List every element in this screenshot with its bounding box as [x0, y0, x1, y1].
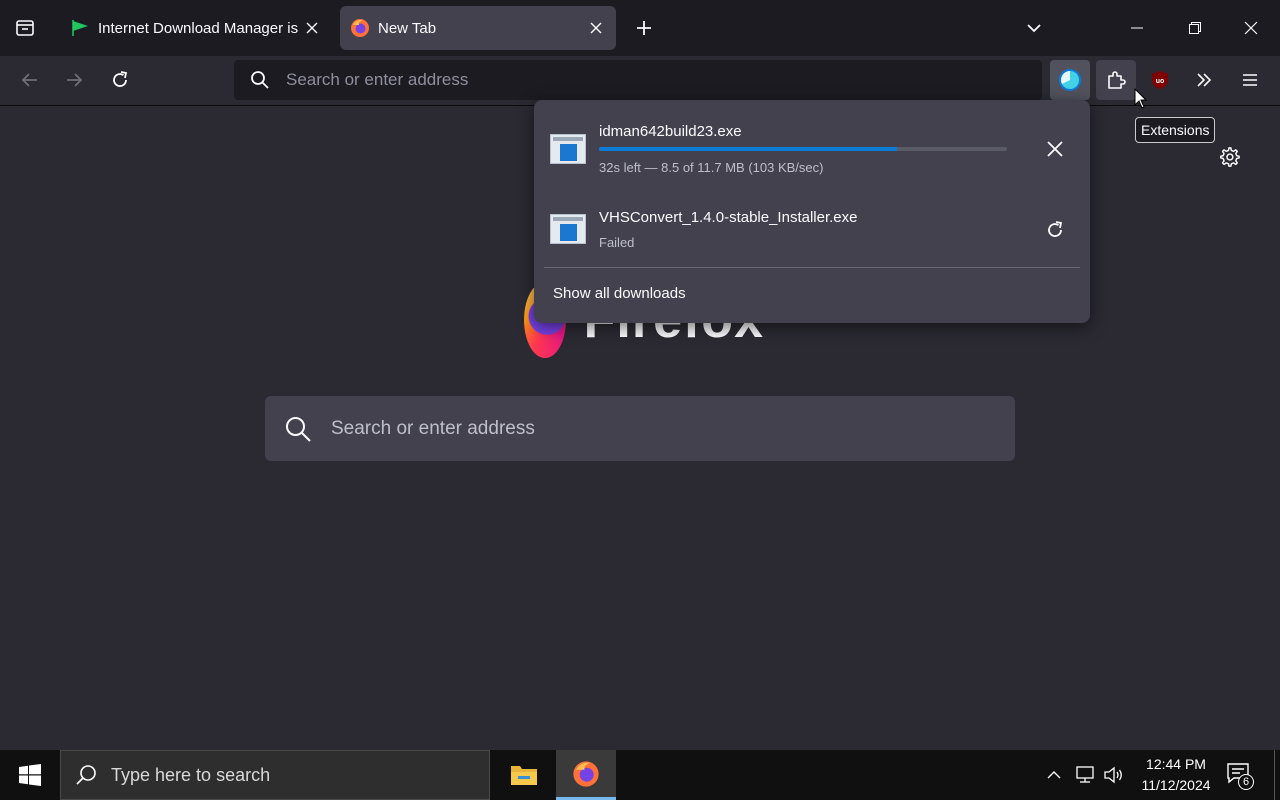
search-icon	[61, 764, 111, 786]
arrow-left-icon	[21, 73, 37, 87]
taskbar-clock[interactable]: 12:44 PM 11/12/2024	[1130, 754, 1222, 796]
reload-button[interactable]	[104, 64, 136, 96]
download-item[interactable]: VHSConvert_1.4.0-stable_Installer.exe Fa…	[534, 200, 1090, 270]
clock-date: 11/12/2024	[1141, 777, 1211, 793]
downloads-panel: idman642build23.exe 32s left — 8.5 of 11…	[534, 100, 1090, 323]
close-icon	[1244, 21, 1258, 35]
puzzle-icon	[1108, 71, 1126, 89]
download-progress-fill	[599, 147, 897, 151]
download-filename: VHSConvert_1.4.0-stable_Installer.exe	[599, 209, 858, 226]
hamburger-icon	[1243, 74, 1257, 86]
downloads-button[interactable]	[1050, 60, 1090, 100]
plus-icon	[637, 21, 651, 35]
tab-new-tab[interactable]: New Tab	[340, 6, 616, 50]
double-chevron-icon	[1197, 73, 1212, 87]
gear-icon	[1220, 147, 1240, 167]
download-filename: idman642build23.exe	[599, 123, 742, 140]
firefox-view-icon	[16, 20, 34, 36]
chevron-down-icon	[1027, 24, 1041, 33]
mouse-cursor-icon	[1134, 88, 1148, 109]
taskbar-file-explorer[interactable]	[494, 750, 554, 800]
restore-icon	[1189, 22, 1201, 34]
extensions-tooltip: Extensions	[1135, 117, 1216, 143]
taskbar-search-input[interactable]	[111, 764, 471, 786]
windows-taskbar: 12:44 PM 11/12/2024 6	[0, 750, 1280, 800]
downloads-progress-icon	[1059, 69, 1081, 91]
download-progress-bar	[599, 147, 1007, 151]
ublock-origin-icon: uo	[1152, 71, 1168, 89]
notification-count-badge: 6	[1238, 774, 1254, 790]
exe-file-icon	[550, 134, 586, 164]
tab-title: New Tab	[378, 19, 437, 37]
forward-button[interactable]	[58, 64, 90, 96]
exe-file-icon	[550, 214, 586, 244]
green-flag-icon	[70, 18, 90, 38]
search-icon	[234, 70, 286, 90]
reload-icon	[113, 71, 128, 87]
start-button[interactable]	[0, 750, 60, 800]
arrow-right-icon	[67, 73, 83, 87]
show-hidden-icons-button[interactable]	[1042, 763, 1066, 787]
tab-title: Internet Download Manager is	[98, 19, 299, 37]
app-menu-button[interactable]	[1230, 60, 1270, 100]
tab-close-icon[interactable]	[586, 18, 606, 38]
personalize-button[interactable]	[1216, 144, 1242, 170]
retry-icon	[1048, 221, 1063, 237]
minimize-icon	[1131, 27, 1143, 29]
address-input[interactable]	[286, 70, 986, 90]
tab-close-icon[interactable]	[302, 18, 322, 38]
action-center-button[interactable]: 6	[1226, 762, 1256, 790]
firefox-icon	[573, 760, 599, 787]
network-tray-button[interactable]	[1073, 763, 1097, 787]
close-window-button[interactable]	[1228, 8, 1274, 48]
address-bar[interactable]	[234, 60, 1042, 100]
back-button[interactable]	[14, 64, 46, 96]
taskbar-firefox[interactable]	[556, 750, 616, 800]
firefox-view-button[interactable]	[8, 12, 42, 44]
overflow-menu-button[interactable]	[1184, 60, 1224, 100]
tab-strip: Internet Download Manager is New Tab	[0, 0, 1280, 56]
download-item[interactable]: idman642build23.exe 32s left — 8.5 of 11…	[534, 112, 1090, 192]
firefox-icon	[350, 18, 370, 38]
show-all-downloads-button[interactable]: Show all downloads	[553, 285, 686, 302]
page-search-box[interactable]	[265, 396, 1015, 461]
minimize-button[interactable]	[1114, 8, 1160, 48]
restore-button[interactable]	[1172, 8, 1218, 48]
panel-divider	[544, 267, 1080, 268]
list-all-tabs-button[interactable]	[1020, 14, 1048, 42]
svg-text:uo: uo	[1156, 78, 1165, 85]
search-icon	[265, 415, 331, 443]
show-desktop-button[interactable]	[1274, 750, 1280, 800]
windows-logo-icon	[19, 764, 41, 786]
navigation-toolbar: uo	[0, 56, 1280, 106]
download-status: 32s left — 8.5 of 11.7 MB (103 KB/sec)	[599, 160, 824, 175]
taskbar-search-box[interactable]	[60, 750, 490, 800]
folder-icon	[511, 766, 537, 785]
page-search-input[interactable]	[331, 417, 971, 440]
network-icon	[1076, 766, 1094, 783]
retry-download-button[interactable]	[1039, 214, 1071, 246]
close-icon	[1047, 141, 1063, 157]
extensions-button[interactable]	[1096, 60, 1136, 100]
new-tab-button[interactable]	[630, 14, 658, 42]
cancel-download-button[interactable]	[1039, 133, 1071, 165]
volume-tray-button[interactable]	[1102, 763, 1126, 787]
tab-internet-download-manager[interactable]: Internet Download Manager is	[60, 6, 332, 50]
download-status: Failed	[599, 235, 635, 250]
speaker-icon	[1104, 766, 1122, 784]
clock-time: 12:44 PM	[1146, 756, 1206, 772]
chevron-up-icon	[1047, 771, 1061, 779]
